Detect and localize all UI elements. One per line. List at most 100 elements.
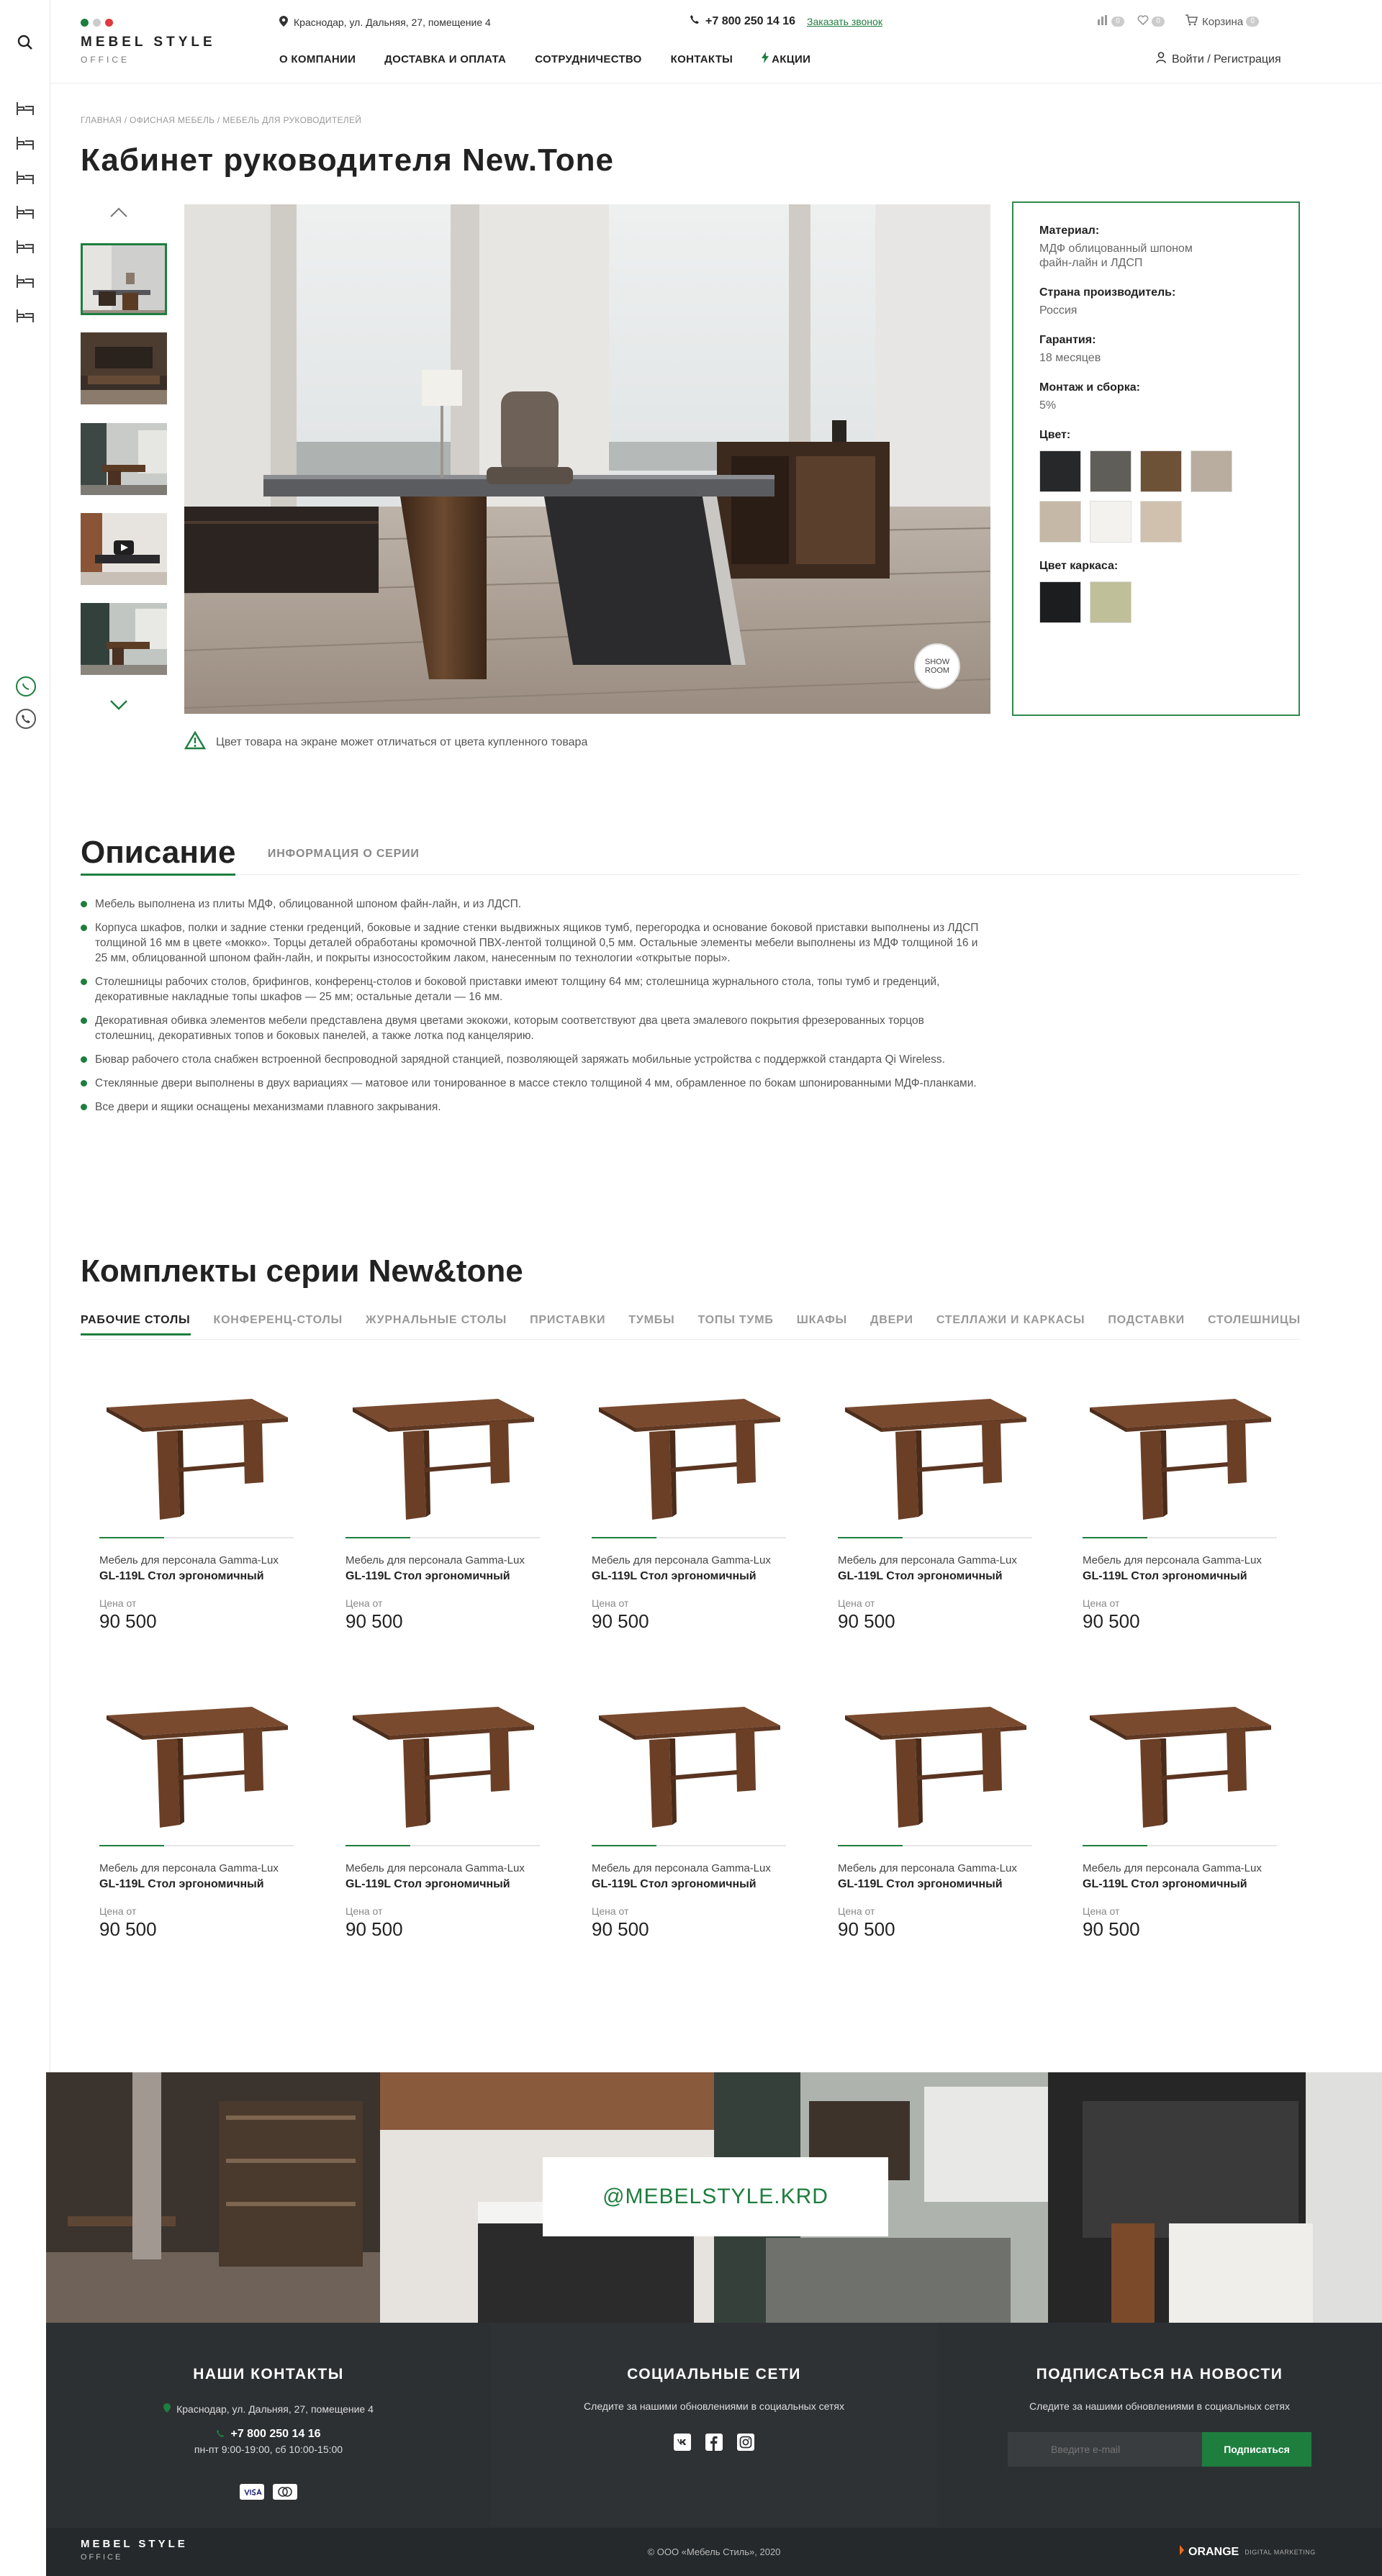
category-table-icon[interactable]: [14, 201, 36, 223]
product-image-slider[interactable]: [838, 1845, 1032, 1846]
developer-logo[interactable]: ORANGE DIGITAL MARKETING: [1178, 2545, 1316, 2559]
product-card[interactable]: Мебель для персонала Gamma-Lux GL-119L Ст…: [838, 1690, 1047, 1949]
product-card[interactable]: Мебель для персонала Gamma-Lux GL-119L Ст…: [592, 1382, 800, 1641]
color-swatch-4[interactable]: [1191, 450, 1232, 492]
category-cabinet-icon[interactable]: [14, 271, 36, 292]
tab-conference[interactable]: КОНФЕРЕНЦ-СТОЛЫ: [214, 1314, 343, 1333]
product-card[interactable]: Мебель для персонала Gamma-Lux GL-119L Ст…: [838, 1382, 1047, 1641]
color-swatch-5[interactable]: [1039, 501, 1081, 543]
show-room-button[interactable]: SHOW ROOM: [914, 643, 960, 689]
product-image[interactable]: [346, 1382, 540, 1525]
gallery-thumb-1[interactable]: [81, 243, 167, 315]
gallery-up-arrow-icon[interactable]: [108, 205, 130, 223]
whatsapp-icon[interactable]: [16, 676, 36, 697]
instagram-icon[interactable]: [737, 2434, 754, 2454]
instagram-handle[interactable]: @MEBELSTYLE.KRD: [543, 2157, 888, 2236]
product-image[interactable]: [99, 1382, 294, 1525]
product-image-slider[interactable]: [99, 1537, 294, 1538]
product-card[interactable]: Мебель для персонала Gamma-Lux GL-119L Ст…: [1083, 1690, 1291, 1949]
site-logo[interactable]: MEBEL STYLE OFFICE: [81, 35, 216, 65]
product-name[interactable]: GL-119L Стол эргономичный: [592, 1878, 757, 1891]
product-card[interactable]: Мебель для персонала Gamma-Lux GL-119L Ст…: [592, 1690, 800, 1949]
product-image[interactable]: [838, 1382, 1032, 1525]
tab-pedestal-tops[interactable]: ТОПЫ ТУМБ: [698, 1314, 774, 1333]
cart-icon[interactable]: [1185, 14, 1198, 29]
product-image[interactable]: [1083, 1690, 1277, 1833]
phone-call-icon[interactable]: [16, 709, 36, 729]
product-card[interactable]: Мебель для персонала Gamma-Lux GL-119L Ст…: [346, 1382, 554, 1641]
category-sofa-icon[interactable]: [14, 132, 36, 154]
product-name[interactable]: GL-119L Стол эргономичный: [838, 1878, 1003, 1891]
nav-about[interactable]: О КОМПАНИИ: [279, 53, 356, 65]
compare-icon[interactable]: [1097, 15, 1108, 28]
product-image[interactable]: [592, 1382, 786, 1525]
main-product-image[interactable]: SHOW ROOM: [184, 204, 990, 714]
tab-stands[interactable]: ПОДСТАВКИ: [1108, 1314, 1185, 1333]
frame-swatch-1[interactable]: [1039, 581, 1081, 623]
callback-link[interactable]: Заказать звонок: [807, 16, 882, 27]
gallery-down-arrow-icon[interactable]: [108, 698, 130, 716]
gallery-thumb-video[interactable]: [81, 513, 167, 585]
subscribe-button[interactable]: Подписаться: [1202, 2432, 1311, 2467]
breadcrumb[interactable]: ГЛАВНАЯ / ОФИСНАЯ МЕБЕЛЬ / МЕБЕЛЬ ДЛЯ РУ…: [81, 115, 361, 125]
product-name[interactable]: GL-119L Стол эргономичный: [838, 1570, 1003, 1583]
nav-contacts[interactable]: КОНТАКТЫ: [671, 53, 733, 65]
product-image-slider[interactable]: [838, 1537, 1032, 1538]
product-name[interactable]: GL-119L Стол эргономичный: [99, 1570, 264, 1583]
vk-icon[interactable]: [674, 2434, 691, 2454]
product-image[interactable]: [592, 1690, 786, 1833]
category-chair-icon[interactable]: [14, 236, 36, 258]
tab-doors[interactable]: ДВЕРИ: [870, 1314, 913, 1333]
product-name[interactable]: GL-119L Стол эргономичный: [1083, 1570, 1247, 1583]
product-card[interactable]: Мебель для персонала Gamma-Lux GL-119L Ст…: [1083, 1382, 1291, 1641]
gallery-thumb-5[interactable]: [81, 603, 167, 675]
footer-phone[interactable]: +7 800 250 14 16: [230, 2428, 320, 2441]
description-tab[interactable]: Описание: [81, 835, 236, 876]
product-image-slider[interactable]: [1083, 1537, 1277, 1538]
nav-promotions[interactable]: АКЦИИ: [772, 53, 810, 65]
product-image-slider[interactable]: [592, 1845, 786, 1846]
product-image-slider[interactable]: [346, 1845, 540, 1846]
product-image[interactable]: [346, 1690, 540, 1833]
gallery-thumb-2[interactable]: [81, 332, 167, 404]
series-info-tab[interactable]: ИНФОРМАЦИЯ О СЕРИИ: [268, 848, 420, 860]
gallery-thumb-3[interactable]: [81, 423, 167, 495]
category-bed-icon[interactable]: [14, 98, 36, 119]
color-swatch-2[interactable]: [1090, 450, 1132, 492]
nav-delivery[interactable]: ДОСТАВКА И ОПЛАТА: [384, 53, 506, 65]
product-name[interactable]: GL-119L Стол эргономичный: [99, 1878, 264, 1891]
tab-cabinets[interactable]: ШКАФЫ: [797, 1314, 847, 1333]
category-shelf-icon[interactable]: [14, 305, 36, 327]
product-image-slider[interactable]: [592, 1537, 786, 1538]
category-office-icon[interactable]: [14, 167, 36, 189]
search-icon[interactable]: [14, 32, 36, 53]
product-name[interactable]: GL-119L Стол эргономичный: [592, 1570, 757, 1583]
product-card[interactable]: Мебель для персонала Gamma-Lux GL-119L Ст…: [99, 1690, 308, 1949]
email-input[interactable]: [1008, 2432, 1202, 2467]
tab-shelves[interactable]: СТЕЛЛАЖИ И КАРКАСЫ: [936, 1314, 1085, 1333]
product-image-slider[interactable]: [1083, 1845, 1277, 1846]
tab-pedestals[interactable]: ТУМБЫ: [628, 1314, 674, 1333]
tab-work-desks[interactable]: РАБОЧИЕ СТОЛЫ: [81, 1314, 191, 1335]
product-card[interactable]: Мебель для персонала Gamma-Lux GL-119L Ст…: [99, 1382, 308, 1641]
product-name[interactable]: GL-119L Стол эргономичный: [1083, 1878, 1247, 1891]
tab-coffee-tables[interactable]: ЖУРНАЛЬНЫЕ СТОЛЫ: [366, 1314, 507, 1333]
header-phone[interactable]: +7 800 250 14 16: [705, 15, 795, 28]
product-image-slider[interactable]: [99, 1845, 294, 1846]
login-link[interactable]: Войти / Регистрация: [1172, 53, 1281, 66]
color-swatch-1[interactable]: [1039, 450, 1081, 492]
product-image-slider[interactable]: [346, 1537, 540, 1538]
cart-label[interactable]: Корзина: [1202, 16, 1243, 28]
tab-extensions[interactable]: ПРИСТАВКИ: [530, 1314, 605, 1333]
color-swatch-7[interactable]: [1140, 501, 1182, 543]
product-image[interactable]: [838, 1690, 1032, 1833]
heart-icon[interactable]: [1137, 15, 1149, 28]
color-swatch-3[interactable]: [1140, 450, 1182, 492]
product-name[interactable]: GL-119L Стол эргономичный: [346, 1878, 510, 1891]
frame-swatch-2[interactable]: [1090, 581, 1132, 623]
product-image[interactable]: [1083, 1382, 1277, 1525]
tab-tabletops[interactable]: СТОЛЕШНИЦЫ: [1208, 1314, 1301, 1333]
login-block[interactable]: Войти / Регистрация: [1156, 52, 1281, 67]
product-name[interactable]: GL-119L Стол эргономичный: [346, 1570, 510, 1583]
product-image[interactable]: [99, 1690, 294, 1833]
